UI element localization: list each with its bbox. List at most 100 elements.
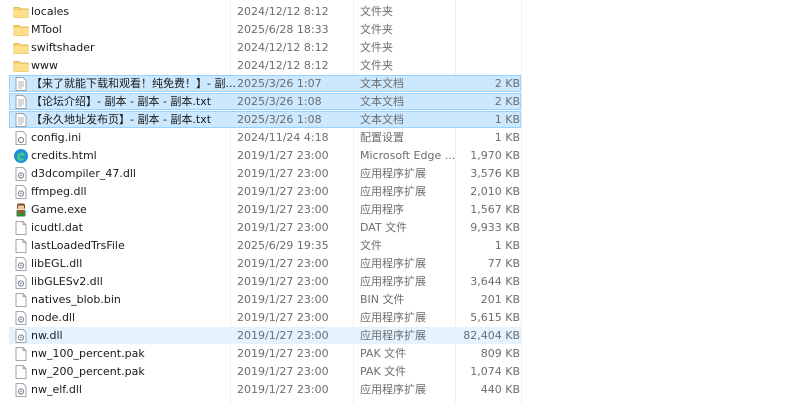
file-size: 2,010 KB (470, 185, 520, 198)
file-date-modified: 2019/1/27 23:00 (237, 149, 329, 162)
file-size: 809 KB (480, 347, 520, 360)
file-name: natives_blob.bin (31, 293, 121, 306)
file-name: libEGL.dll (31, 257, 83, 270)
dll-file-icon (13, 382, 29, 398)
game-exe-icon (13, 202, 29, 218)
file-date-modified: 2019/1/27 23:00 (237, 329, 329, 342)
dll-file-icon (13, 166, 29, 182)
file-name: locales (31, 5, 70, 18)
file-name: 【论坛介绍】- 副本 - 副本 - 副本.txt (31, 95, 212, 108)
file-type: 文件夹 (360, 23, 393, 36)
dll-file-icon (13, 310, 29, 326)
blank-file-icon (13, 292, 29, 308)
file-size: 201 KB (480, 293, 520, 306)
file-date-modified: 2025/6/29 19:35 (237, 239, 329, 252)
file-name: credits.html (31, 149, 97, 162)
file-name: lastLoadedTrsFile (31, 239, 125, 252)
dll-file-icon (13, 274, 29, 290)
file-date-modified: 2019/1/27 23:00 (237, 347, 329, 360)
file-row[interactable]: locales 2024/12/12 8:12 文件夹 (9, 3, 521, 20)
file-size: 1,567 KB (470, 203, 520, 216)
config-file-icon (13, 130, 29, 146)
file-row[interactable]: nw_elf.dll 2019/1/27 23:00 应用程序扩展 440 KB (9, 381, 521, 398)
file-row[interactable]: nw_100_percent.pak 2019/1/27 23:00 PAK 文件 8… (9, 345, 521, 362)
file-date-modified: 2019/1/27 23:00 (237, 365, 329, 378)
file-name: nw.dll (31, 329, 63, 342)
file-date-modified: 2019/1/27 23:00 (237, 221, 329, 234)
folder-icon (13, 22, 29, 38)
file-name: www (31, 59, 58, 72)
file-row[interactable]: nw.dll 2019/1/27 23:00 应用程序扩展 82,404 KB (9, 327, 521, 344)
text-file-icon (13, 76, 29, 92)
file-row[interactable]: lastLoadedTrsFile 2025/6/29 19:35 文件 1 KB (9, 237, 521, 254)
file-row[interactable]: ffmpeg.dll 2019/1/27 23:00 应用程序扩展 2,010 KB (9, 183, 521, 200)
file-size: 9,933 KB (470, 221, 520, 234)
file-size: 77 KB (487, 257, 520, 270)
file-name: ffmpeg.dll (31, 185, 87, 198)
file-date-modified: 2025/3/26 1:07 (237, 77, 322, 90)
file-size: 3,644 KB (470, 275, 520, 288)
file-name: node.dll (31, 311, 76, 324)
file-name: nw_elf.dll (31, 383, 82, 396)
file-row[interactable]: swiftshader 2024/12/12 8:12 文件夹 (9, 39, 521, 56)
file-date-modified: 2024/11/24 4:18 (237, 131, 329, 144)
file-date-modified: 2025/6/28 18:33 (237, 23, 329, 36)
file-date-modified: 2025/3/26 1:08 (237, 113, 322, 126)
file-date-modified: 2019/1/27 23:00 (237, 383, 329, 396)
file-date-modified: 2019/1/27 23:00 (237, 203, 329, 216)
file-type: 文件夹 (360, 41, 393, 54)
text-file-icon (13, 94, 29, 110)
file-row[interactable]: d3dcompiler_47.dll 2019/1/27 23:00 应用程序扩展 3… (9, 165, 521, 182)
file-date-modified: 2019/1/27 23:00 (237, 167, 329, 180)
blank-file-icon (13, 238, 29, 254)
file-row[interactable]: natives_blob.bin 2019/1/27 23:00 BIN 文件 201… (9, 291, 521, 308)
folder-icon (13, 58, 29, 74)
file-date-modified: 2019/1/27 23:00 (237, 257, 329, 270)
file-date-modified: 2019/1/27 23:00 (237, 293, 329, 306)
file-row[interactable]: Game.exe 2019/1/27 23:00 应用程序 1,567 KB (9, 201, 521, 218)
file-size: 82,404 KB (463, 329, 520, 342)
file-size: 5,615 KB (470, 311, 520, 324)
file-row[interactable]: icudtl.dat 2019/1/27 23:00 DAT 文件 9,933 KB (9, 219, 521, 236)
file-size: 3,576 KB (470, 167, 520, 180)
file-row[interactable]: libGLESv2.dll 2019/1/27 23:00 应用程序扩展 3,644 … (9, 273, 521, 290)
file-row[interactable]: config.ini 2024/11/24 4:18 配置设置 1 KB (9, 129, 521, 146)
blank-file-icon (13, 220, 29, 236)
file-date-modified: 2019/1/27 23:00 (237, 185, 329, 198)
file-row[interactable]: 【论坛介绍】- 副本 - 副本 - 副本.txt 2025/3/26 1:08 文本… (9, 93, 521, 110)
edge-icon (13, 148, 29, 164)
file-name: nw_200_percent.pak (31, 365, 145, 378)
file-row[interactable]: libEGL.dll 2019/1/27 23:00 应用程序扩展 77 KB (9, 255, 521, 272)
file-row[interactable]: 【来了就能下载和观看！纯免费！】- 副... 2025/3/26 1:07 文本文档… (9, 75, 521, 92)
file-name: icudtl.dat (31, 221, 83, 234)
file-row[interactable]: 【永久地址发布页】- 副本 - 副本.txt 2025/3/26 1:08 文本文档… (9, 111, 521, 128)
file-name: swiftshader (31, 41, 95, 54)
file-type: 文件夹 (360, 59, 393, 72)
file-date-modified: 2025/3/26 1:08 (237, 95, 322, 108)
blank-file-icon (13, 364, 29, 380)
file-name: Game.exe (31, 203, 87, 216)
folder-icon (13, 4, 29, 20)
file-row[interactable]: nw_200_percent.pak 2019/1/27 23:00 PAK 文件 1… (9, 363, 521, 380)
blank-file-icon (13, 346, 29, 362)
column-divider (521, 0, 522, 403)
file-row[interactable]: node.dll 2019/1/27 23:00 应用程序扩展 5,615 KB (9, 309, 521, 326)
file-date-modified: 2019/1/27 23:00 (237, 275, 329, 288)
dll-file-icon (13, 328, 29, 344)
file-name: 【来了就能下载和观看！纯免费！】- 副... (31, 77, 236, 90)
file-name: libGLESv2.dll (31, 275, 103, 288)
file-size: 2 KB (494, 95, 520, 108)
file-date-modified: 2019/1/27 23:00 (237, 311, 329, 324)
text-file-icon (13, 112, 29, 128)
file-row[interactable]: credits.html 2019/1/27 23:00 Microsoft Edg… (9, 147, 521, 164)
file-list: locales 2024/12/12 8:12 文件夹 MTool 2025/6/28 … (0, 0, 800, 403)
file-size: 1 KB (494, 113, 520, 126)
dll-file-icon (13, 256, 29, 272)
file-name: nw_100_percent.pak (31, 347, 145, 360)
file-type: 文件夹 (360, 5, 393, 18)
file-size: 1,970 KB (470, 149, 520, 162)
file-row[interactable]: www 2024/12/12 8:12 文件夹 (9, 57, 521, 74)
file-size: 440 KB (480, 383, 520, 396)
file-name: d3dcompiler_47.dll (31, 167, 136, 180)
file-row[interactable]: MTool 2025/6/28 18:33 文件夹 (9, 21, 521, 38)
